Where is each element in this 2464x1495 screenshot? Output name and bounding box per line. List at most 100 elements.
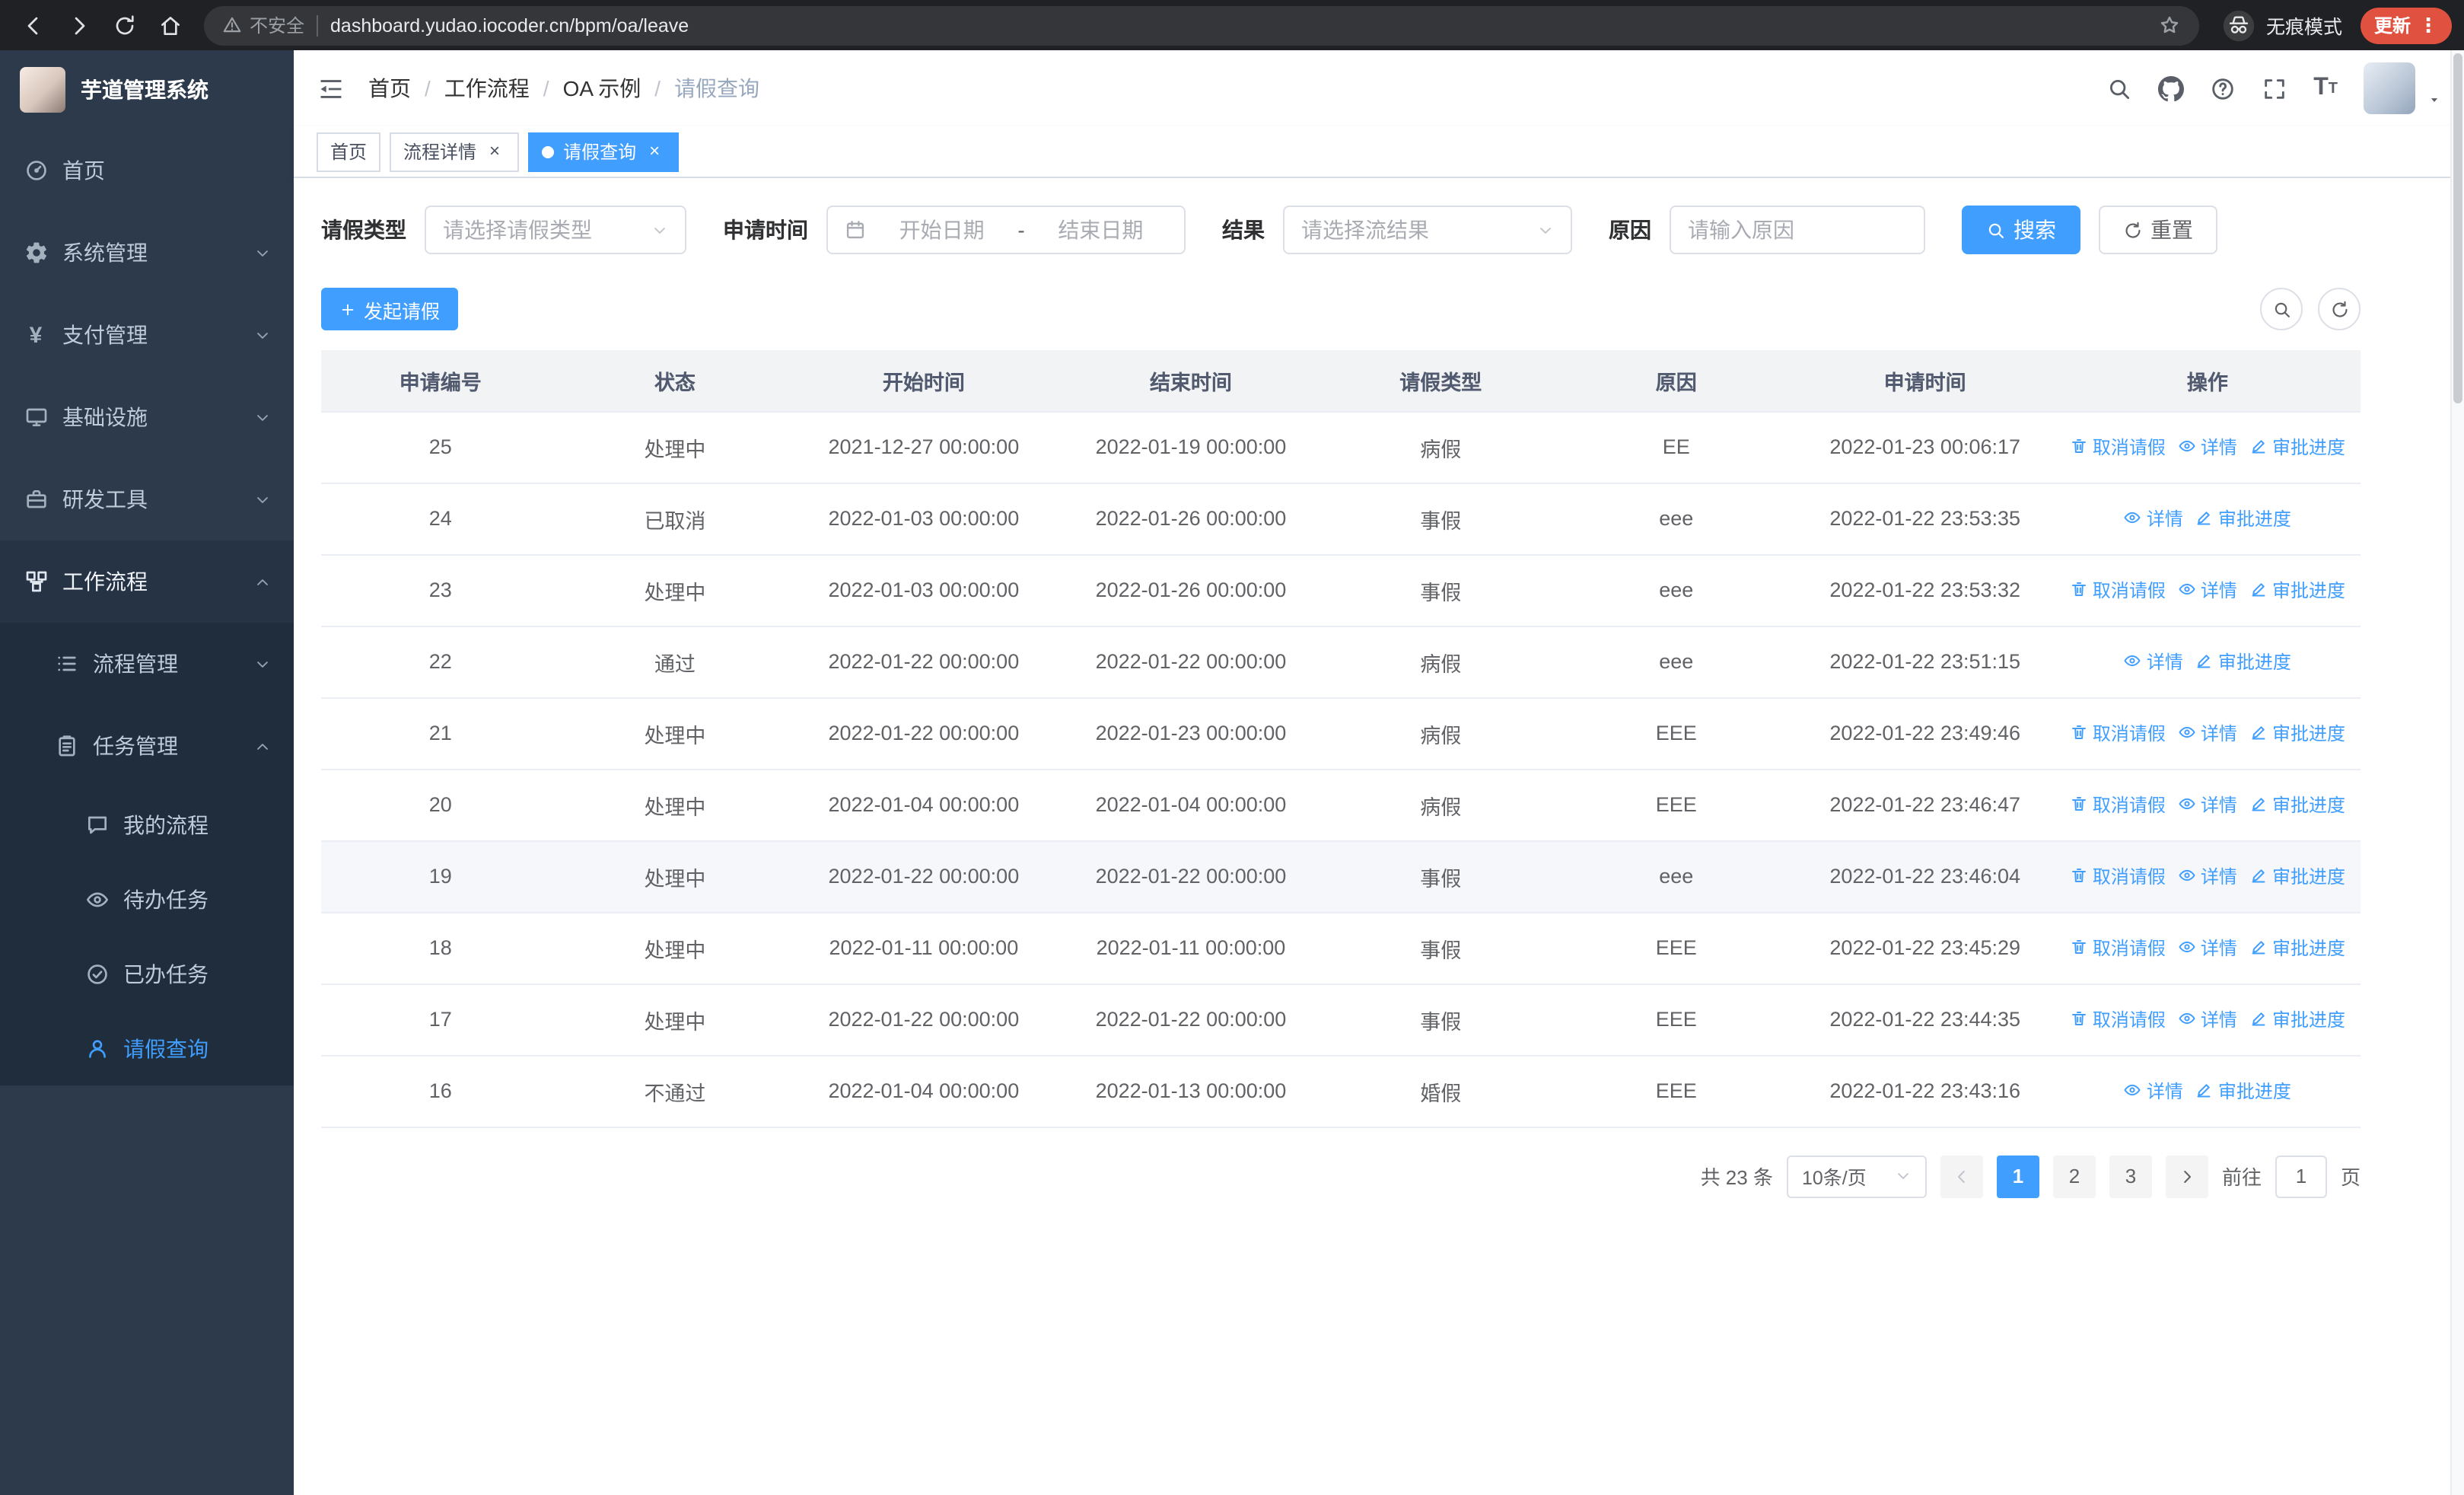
detail-action[interactable]: 详情	[2178, 792, 2237, 818]
github-icon[interactable]	[2158, 75, 2185, 101]
leave-type-select[interactable]: 请选择请假类型	[425, 206, 686, 254]
toggle-search-button[interactable]	[2260, 288, 2303, 330]
sidebar-item-task-mgmt[interactable]: 任务管理	[0, 705, 294, 787]
view-icon	[2178, 581, 2196, 599]
sidebar-collapse-button[interactable]	[317, 74, 345, 103]
cell-status: 通过	[559, 626, 791, 698]
cell-status: 处理中	[559, 697, 791, 770]
column-header: 原因	[1556, 350, 1796, 412]
cancel-action[interactable]: 取消请假	[2070, 792, 2166, 818]
apply-time-range-picker[interactable]: 开始日期 - 结束日期	[826, 206, 1186, 254]
prev-page-button[interactable]	[1940, 1155, 1983, 1197]
cell-end-time: 2022-01-13 00:00:00	[1057, 1055, 1325, 1127]
tab-leave-query[interactable]: 请假查询 ×	[528, 132, 680, 171]
sidebar-item-my-process[interactable]: 我的流程	[0, 787, 294, 862]
page-button-1[interactable]: 1	[1996, 1155, 2039, 1197]
detail-action[interactable]: 详情	[2178, 577, 2237, 603]
next-page-button[interactable]	[2165, 1155, 2208, 1197]
sidebar-item-process-mgmt[interactable]: 流程管理	[0, 623, 294, 705]
progress-action[interactable]: 审批进度	[2249, 577, 2345, 603]
tab-home[interactable]: 首页	[317, 132, 381, 171]
progress-action[interactable]: 审批进度	[2249, 434, 2345, 460]
sidebar-item-done-tasks[interactable]: 已办任务	[0, 936, 294, 1011]
page-scrollbar[interactable]	[2450, 50, 2464, 1495]
cancel-action[interactable]: 取消请假	[2070, 434, 2166, 460]
detail-action[interactable]: 详情	[2178, 434, 2237, 460]
browser-home-button[interactable]	[149, 4, 192, 46]
breadcrumb-item[interactable]: 首页	[368, 73, 411, 104]
user-avatar[interactable]	[2364, 62, 2415, 114]
tab-close-icon[interactable]: ×	[644, 140, 665, 162]
search-button[interactable]: 搜索	[1962, 206, 2080, 254]
detail-action[interactable]: 详情	[2124, 505, 2183, 531]
progress-action[interactable]: 审批进度	[2195, 505, 2291, 531]
sidebar-item-dev-tools[interactable]: 研发工具	[0, 458, 294, 540]
browser-reload-button[interactable]	[103, 4, 146, 46]
sidebar-item-leave-query[interactable]: 请假查询	[0, 1011, 294, 1085]
cell-apply-time: 2022-01-22 23:51:15	[1795, 626, 2055, 698]
view-icon	[2178, 1010, 2196, 1028]
progress-action[interactable]: 审批进度	[2249, 935, 2345, 961]
page-button-3[interactable]: 3	[2109, 1155, 2152, 1197]
sidebar-item-system[interactable]: 系统管理	[0, 212, 294, 294]
page-size-select[interactable]: 10条/页	[1786, 1155, 1927, 1197]
cancel-action[interactable]: 取消请假	[2070, 577, 2166, 603]
progress-action[interactable]: 审批进度	[2195, 649, 2291, 674]
refresh-button[interactable]	[2318, 288, 2361, 330]
sidebar-item-todo-tasks[interactable]: 待办任务	[0, 862, 294, 936]
progress-action[interactable]: 审批进度	[2249, 863, 2345, 889]
end-date-input[interactable]: 结束日期	[1034, 215, 1167, 245]
cell-actions: 详情 审批进度	[2054, 1055, 2361, 1127]
breadcrumb-item[interactable]: 工作流程	[444, 73, 530, 104]
browser-forward-button[interactable]	[58, 4, 100, 46]
cancel-action[interactable]: 取消请假	[2070, 935, 2166, 961]
cancel-action[interactable]: 取消请假	[2070, 720, 2166, 746]
avatar-caret-icon[interactable]	[2427, 93, 2441, 107]
breadcrumb-item[interactable]: OA 示例	[563, 73, 641, 104]
detail-action[interactable]: 详情	[2178, 720, 2237, 746]
font-size-icon[interactable]: TT	[2313, 75, 2338, 102]
start-date-input[interactable]: 开始日期	[875, 215, 1008, 245]
page-button-2[interactable]: 2	[2052, 1155, 2096, 1197]
progress-action[interactable]: 审批进度	[2249, 720, 2345, 746]
tab-process-detail[interactable]: 流程详情 ×	[390, 132, 520, 171]
sidebar-item-workflow[interactable]: 工作流程	[0, 540, 294, 623]
reason-input[interactable]	[1670, 206, 1925, 254]
address-bar[interactable]: 不安全 dashboard.yudao.iocoder.cn/bpm/oa/le…	[204, 5, 2199, 45]
reset-button[interactable]: 重置	[2099, 206, 2217, 254]
result-select[interactable]: 请选择流结果	[1283, 206, 1572, 254]
cell-start-time: 2022-01-04 00:00:00	[790, 769, 1058, 841]
browser-back-button[interactable]	[12, 4, 55, 46]
scrollbar-thumb[interactable]	[2453, 53, 2462, 403]
help-icon[interactable]	[2210, 75, 2236, 101]
fullscreen-icon[interactable]	[2262, 75, 2287, 101]
tab-close-icon[interactable]: ×	[484, 140, 505, 162]
create-leave-button[interactable]: 发起请假	[321, 288, 459, 330]
cell-actions: 取消请假 详情 审批进度	[2054, 983, 2361, 1056]
detail-action[interactable]: 详情	[2124, 1078, 2183, 1104]
cancel-action[interactable]: 取消请假	[2070, 1006, 2166, 1032]
column-header: 请假类型	[1324, 350, 1557, 412]
progress-action[interactable]: 审批进度	[2195, 1078, 2291, 1104]
security-warning[interactable]: 不安全	[222, 12, 304, 38]
browser-update-button[interactable]: 更新 ⋮	[2360, 7, 2452, 43]
cell-actions: 取消请假 详情 审批进度	[2054, 554, 2361, 626]
sidebar-item-home[interactable]: 首页	[0, 129, 294, 212]
detail-action[interactable]: 详情	[2178, 935, 2237, 961]
action-label: 详情	[2146, 1080, 2183, 1102]
sidebar-item-payment[interactable]: ¥ 支付管理	[0, 294, 294, 376]
detail-action[interactable]: 详情	[2124, 649, 2183, 674]
search-icon[interactable]	[2106, 75, 2132, 101]
progress-action[interactable]: 审批进度	[2249, 1006, 2345, 1032]
warning-icon	[222, 15, 242, 35]
browser-menu-dots-icon[interactable]: ⋮	[2418, 13, 2438, 37]
action-label: 取消请假	[2092, 436, 2166, 458]
bookmark-star-icon[interactable]	[2158, 14, 2181, 37]
detail-action[interactable]: 详情	[2178, 863, 2237, 889]
sidebar-item-infrastructure[interactable]: 基础设施	[0, 376, 294, 458]
detail-action[interactable]: 详情	[2178, 1006, 2237, 1032]
cancel-action[interactable]: 取消请假	[2070, 863, 2166, 889]
progress-action[interactable]: 审批进度	[2249, 792, 2345, 818]
goto-page-input[interactable]	[2275, 1155, 2327, 1197]
action-label: 审批进度	[2217, 508, 2291, 530]
